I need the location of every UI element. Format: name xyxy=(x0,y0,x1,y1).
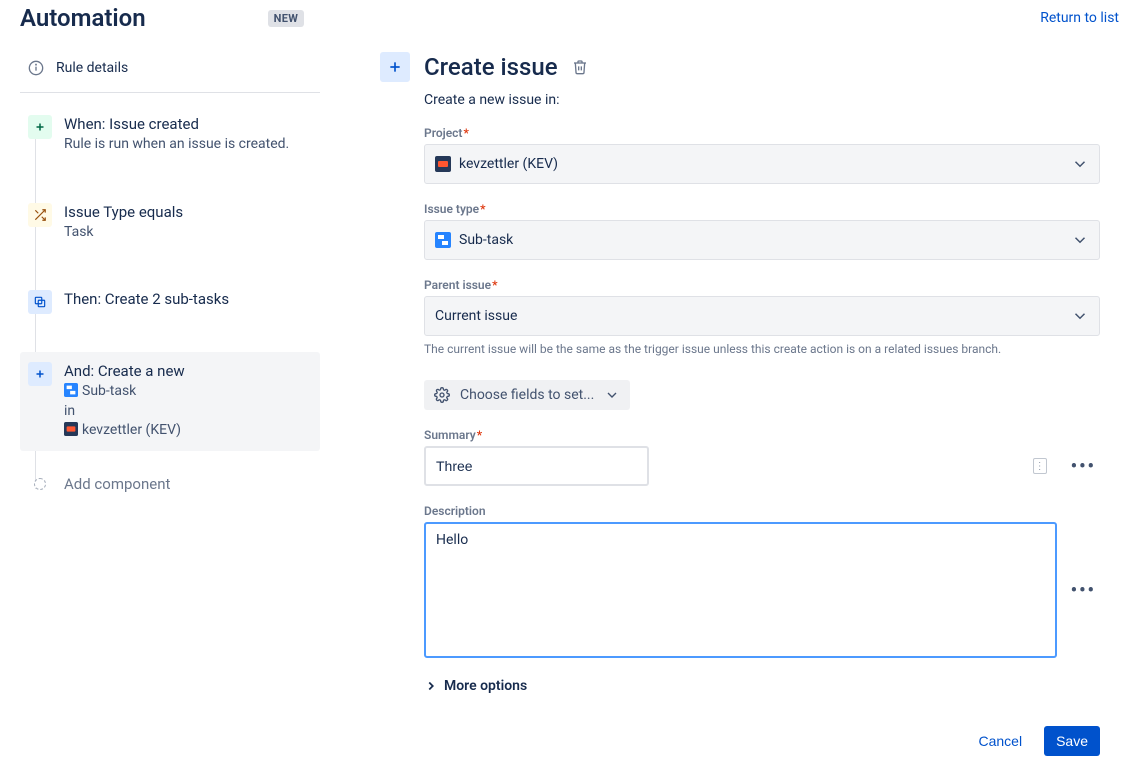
project-value: kevzettler (KEV) xyxy=(459,156,558,172)
project-select[interactable]: kevzettler (KEV) xyxy=(424,144,1100,184)
sidebar-item-title: And: Create a new xyxy=(64,362,312,380)
sidebar-item-title: Then: Create 2 sub-tasks xyxy=(64,290,312,308)
panel-title: Create issue xyxy=(424,53,558,81)
chevron-down-icon xyxy=(604,387,620,403)
sidebar-item-title: Issue Type equals xyxy=(64,203,312,221)
add-circle-icon xyxy=(34,478,46,490)
rule-sidebar: Rule details When: Issue created Rule is… xyxy=(20,52,320,756)
parent-issue-value: Current issue xyxy=(435,308,517,324)
page-title: Automation xyxy=(20,4,146,32)
rule-details-item[interactable]: Rule details xyxy=(20,52,320,93)
issue-type-value: Sub-task xyxy=(459,232,513,248)
rule-details-label: Rule details xyxy=(56,60,128,76)
parent-issue-label: Parent issue* xyxy=(424,278,1100,292)
more-actions-button[interactable]: ••• xyxy=(1067,456,1100,477)
cancel-button[interactable]: Cancel xyxy=(966,726,1034,756)
project-avatar-icon xyxy=(435,156,451,172)
info-icon xyxy=(28,60,44,76)
plus-icon xyxy=(28,362,52,386)
sidebar-item-sub: Task xyxy=(64,223,312,243)
shuffle-icon xyxy=(28,203,52,227)
chevron-down-icon xyxy=(1071,307,1089,325)
chevron-down-icon xyxy=(1071,231,1089,249)
smart-value-icon[interactable]: ⋮ xyxy=(1033,458,1047,474)
subtask-icon xyxy=(64,383,78,397)
more-actions-button[interactable]: ••• xyxy=(1067,580,1100,601)
panel-subtitle: Create a new issue in: xyxy=(424,92,1100,108)
delete-button[interactable] xyxy=(572,59,588,75)
chevron-down-icon xyxy=(1071,155,1089,173)
subtask-icon xyxy=(435,232,451,248)
description-textarea[interactable] xyxy=(424,522,1057,658)
sidebar-item-condition[interactable]: Issue Type equals Task xyxy=(20,193,320,253)
copy-icon xyxy=(28,290,52,314)
issue-type-select[interactable]: Sub-task xyxy=(424,220,1100,260)
choose-fields-button[interactable]: Choose fields to set... xyxy=(424,380,630,410)
project-avatar-icon xyxy=(64,422,78,436)
summary-label: Summary* xyxy=(424,428,1100,442)
return-to-list-link[interactable]: Return to list xyxy=(1040,10,1119,26)
project-label: Project* xyxy=(424,126,1100,140)
save-button[interactable]: Save xyxy=(1044,726,1100,756)
issue-type-label: Issue type* xyxy=(424,202,1100,216)
sidebar-item-sub: Sub-task in kevzettler (KEV) xyxy=(64,382,312,441)
sidebar-item-then[interactable]: Then: Create 2 sub-tasks xyxy=(20,280,320,324)
chevron-right-icon xyxy=(424,679,438,693)
add-component-label: Add component xyxy=(64,475,170,493)
sidebar-item-and-create[interactable]: And: Create a new Sub-task in kevzettler… xyxy=(20,352,320,451)
sidebar-item-title: When: Issue created xyxy=(64,115,312,133)
more-options-label: More options xyxy=(444,678,527,694)
parent-issue-helper: The current issue will be the same as th… xyxy=(424,342,1100,356)
gear-icon xyxy=(434,387,450,403)
more-options-toggle[interactable]: More options xyxy=(424,678,1100,694)
parent-issue-select[interactable]: Current issue xyxy=(424,296,1100,336)
summary-input[interactable] xyxy=(424,446,649,486)
sidebar-item-sub: Rule is run when an issue is created. xyxy=(64,135,312,155)
config-panel: Create issue Create a new issue in: Proj… xyxy=(380,52,1100,756)
sidebar-item-when[interactable]: When: Issue created Rule is run when an … xyxy=(20,105,320,165)
plus-icon xyxy=(380,52,410,82)
add-component-button[interactable]: Add component xyxy=(20,469,320,499)
choose-fields-label: Choose fields to set... xyxy=(460,387,594,403)
description-label: Description xyxy=(424,504,1100,518)
new-badge: NEW xyxy=(268,10,304,27)
plus-icon xyxy=(28,115,52,139)
